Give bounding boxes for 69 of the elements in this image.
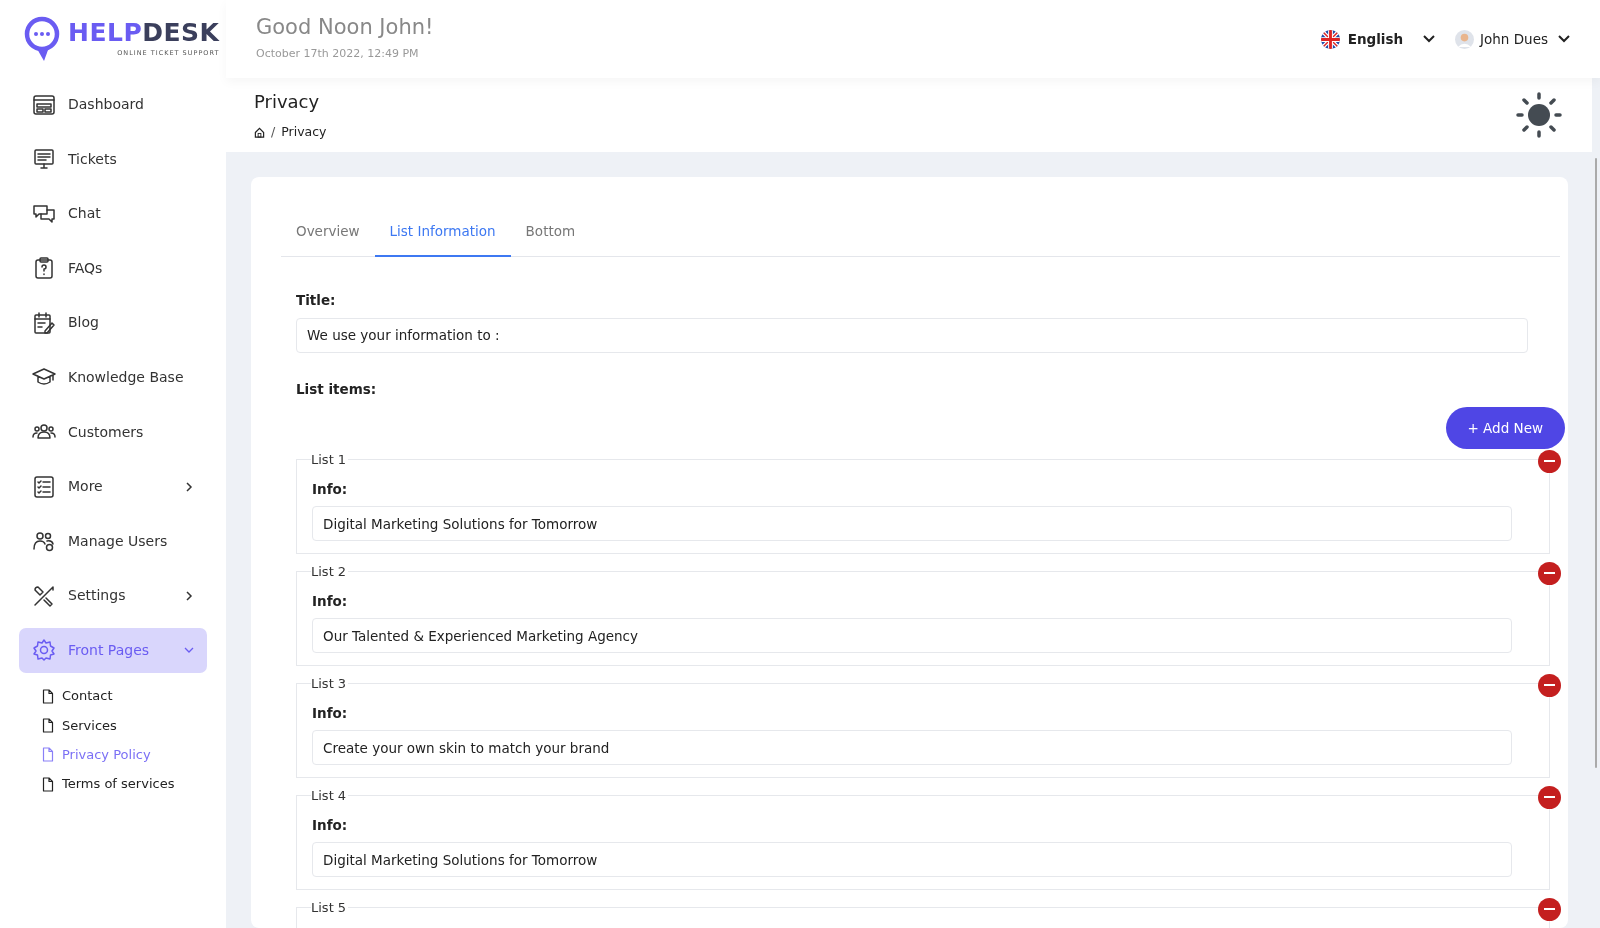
sidebar-item[interactable]: Dashboard bbox=[19, 82, 207, 127]
title-input[interactable]: We use your information to : bbox=[296, 317, 1528, 353]
sidebar-item[interactable]: FAQs bbox=[19, 245, 207, 291]
chevron-down-icon bbox=[1558, 35, 1570, 43]
remove-button[interactable] bbox=[1538, 449, 1561, 473]
info-input[interactable]: Digital Marketing Solutions for Tomorrow bbox=[312, 842, 1512, 877]
document-icon bbox=[42, 688, 54, 704]
logo-text: HELPDESK bbox=[68, 19, 220, 45]
sidebar-item[interactable]: Manage Users bbox=[19, 518, 207, 564]
notepad-pen-icon bbox=[32, 310, 56, 335]
greeting: Good Noon John! bbox=[256, 15, 434, 41]
chevron-right-icon bbox=[184, 481, 194, 492]
dashboard-icon bbox=[32, 92, 56, 117]
breadcrumb-link[interactable]: Privacy bbox=[281, 123, 327, 142]
document-icon bbox=[42, 717, 54, 733]
submenu-item[interactable]: Services bbox=[19, 710, 207, 741]
page-title: Privacy bbox=[254, 90, 321, 115]
users-gear-icon bbox=[32, 529, 56, 554]
submenu-item[interactable]: Privacy Policy bbox=[19, 740, 207, 770]
tab[interactable]: List Information bbox=[374, 209, 511, 258]
submenu-item[interactable]: Contact bbox=[19, 681, 207, 711]
sidebar-item[interactable]: Customers bbox=[19, 409, 207, 455]
theme-toggle-icon[interactable] bbox=[1516, 92, 1562, 138]
document-icon bbox=[42, 776, 54, 792]
scrollbar-thumb[interactable] bbox=[1595, 158, 1597, 768]
checklist-icon bbox=[32, 474, 56, 499]
remove-button[interactable] bbox=[1538, 561, 1561, 585]
home-icon[interactable] bbox=[254, 127, 265, 138]
flag-icon bbox=[1320, 29, 1340, 49]
language-dropdown[interactable]: English bbox=[1320, 28, 1436, 50]
date-text: October 17th 2022, 12:49 PM bbox=[256, 46, 420, 63]
tab[interactable]: Overview bbox=[281, 209, 375, 258]
remove-button[interactable] bbox=[1538, 785, 1561, 809]
field-label: Title: bbox=[296, 291, 337, 311]
field-label: Info: bbox=[312, 703, 349, 723]
tab[interactable]: Bottom bbox=[510, 209, 591, 258]
info-input[interactable]: Create your own skin to match your brand bbox=[312, 730, 1512, 765]
monitor-icon bbox=[32, 147, 56, 172]
sidebar-item[interactable]: Tickets bbox=[19, 136, 207, 182]
user-dropdown[interactable]: John Dues bbox=[1455, 28, 1570, 50]
avatar-icon bbox=[1455, 29, 1475, 49]
panel-legend: List 4 bbox=[311, 788, 349, 802]
chevron-down-icon bbox=[1423, 35, 1436, 43]
field-label: Info: bbox=[312, 479, 349, 499]
sidebar-item[interactable]: Blog bbox=[19, 300, 207, 346]
info-input[interactable]: Digital Marketing Solutions for Tomorrow bbox=[312, 506, 1512, 541]
section-label: List items: bbox=[296, 379, 378, 399]
breadcrumb-separator: / bbox=[271, 123, 276, 142]
tools-icon bbox=[32, 583, 56, 608]
gear-icon bbox=[32, 638, 56, 663]
panel-legend: List 3 bbox=[311, 676, 349, 690]
info-input[interactable]: Our Talented & Experienced Marketing Agency bbox=[312, 618, 1512, 653]
panel-legend: List 1 bbox=[311, 452, 349, 466]
sidebar-item[interactable]: Front Pages bbox=[19, 627, 207, 673]
document-icon bbox=[42, 747, 54, 763]
remove-button[interactable] bbox=[1538, 673, 1561, 697]
add-new-button[interactable]: + Add New bbox=[1445, 406, 1565, 449]
sidebar-item[interactable]: Chat bbox=[19, 191, 207, 237]
field-label: Info: bbox=[312, 591, 349, 611]
sidebar-item[interactable]: More bbox=[19, 464, 207, 510]
field-label: Info: bbox=[312, 815, 349, 835]
sidebar-item[interactable]: Settings bbox=[19, 573, 207, 619]
sidebar-item[interactable]: Knowledge Base bbox=[19, 354, 207, 400]
panel-legend: List 2 bbox=[311, 564, 349, 578]
clipboard-question-icon bbox=[32, 256, 56, 281]
panel-legend: List 5 bbox=[311, 900, 349, 914]
submenu-item[interactable]: Terms of services bbox=[19, 769, 207, 799]
remove-button[interactable] bbox=[1538, 897, 1561, 921]
chevron-right-icon bbox=[184, 590, 194, 601]
